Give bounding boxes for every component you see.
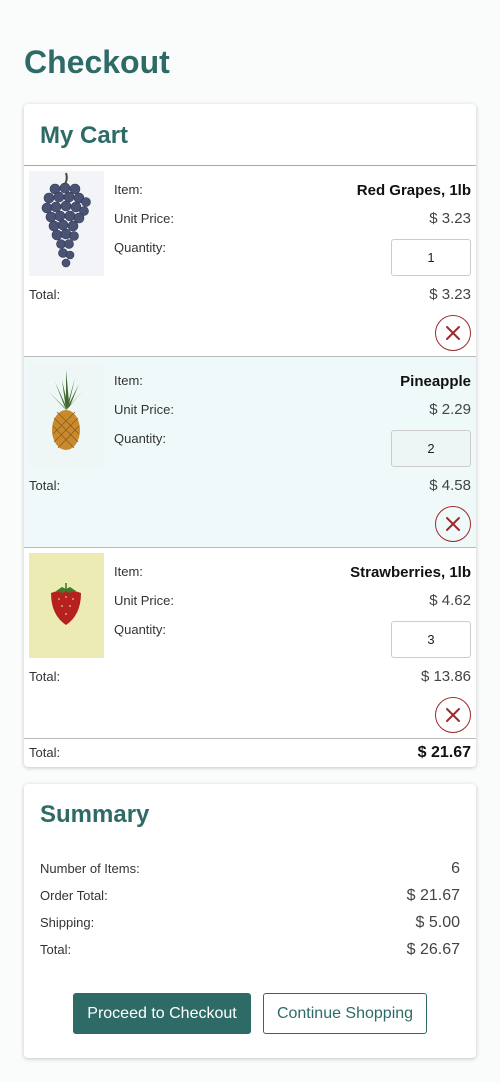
summary-title: Summary xyxy=(40,801,150,828)
unit-price-label: Unit Price: xyxy=(114,211,174,226)
summary-value-total: $ 26.67 xyxy=(406,941,460,958)
cart-row: Item: Strawberries, 1lb Unit Price: $ 4.… xyxy=(24,548,476,739)
unit-price-label: Unit Price: xyxy=(114,402,174,417)
row-total-label: Total: xyxy=(29,287,61,302)
remove-item-button[interactable] xyxy=(435,506,471,542)
summary-card: Summary Number of Items: 6 Order Total: … xyxy=(24,784,476,1058)
divider xyxy=(24,738,476,739)
close-x-icon xyxy=(446,517,460,531)
remove-item-button[interactable] xyxy=(435,697,471,733)
row-total-label: Total: xyxy=(29,478,61,493)
continue-shopping-button[interactable]: Continue Shopping xyxy=(263,993,427,1034)
item-name: Red Grapes, 1lb xyxy=(356,182,471,199)
summary-label-items: Number of Items: xyxy=(40,861,140,876)
cart-title: My Cart xyxy=(40,122,129,149)
summary-label-total: Total: xyxy=(40,942,72,957)
unit-price-label: Unit Price: xyxy=(114,593,174,608)
summary-label-order-total: Order Total: xyxy=(40,888,108,903)
summary-value-shipping: $ 5.00 xyxy=(415,914,460,931)
row-total: $ 13.86 xyxy=(420,668,471,685)
quantity-input[interactable] xyxy=(391,239,471,276)
cart-total-value: $ 21.67 xyxy=(417,744,471,761)
item-name: Strawberries, 1lb xyxy=(350,564,471,581)
cart-total-label: Total: xyxy=(29,745,61,760)
quantity-input[interactable] xyxy=(391,430,471,467)
item-label: Item: xyxy=(114,373,143,388)
row-total-label: Total: xyxy=(29,669,61,684)
proceed-to-checkout-button[interactable]: Proceed to Checkout xyxy=(73,993,251,1034)
grapes-image xyxy=(29,171,104,276)
row-total: $ 3.23 xyxy=(429,286,471,303)
item-label: Item: xyxy=(114,564,143,579)
cart-card: My Cart Item: Red Grapes, 1lb Unit Price… xyxy=(24,104,476,767)
summary-label-shipping: Shipping: xyxy=(40,915,95,930)
cart-row: Item: Pineapple Unit Price: $ 2.29 Quant… xyxy=(24,357,476,548)
cart-row: Item: Red Grapes, 1lb Unit Price: $ 3.23… xyxy=(24,166,476,357)
item-name: Pineapple xyxy=(400,373,471,390)
remove-item-button[interactable] xyxy=(435,315,471,351)
summary-value-items: 6 xyxy=(451,860,460,877)
quantity-input[interactable] xyxy=(391,621,471,658)
item-label: Item: xyxy=(114,182,143,197)
unit-price: $ 2.29 xyxy=(429,401,471,418)
row-total: $ 4.58 xyxy=(429,477,471,494)
unit-price: $ 4.62 xyxy=(429,592,471,609)
unit-price: $ 3.23 xyxy=(429,210,471,227)
quantity-label: Quantity: xyxy=(114,240,167,255)
page-title: Checkout xyxy=(24,44,170,80)
quantity-label: Quantity: xyxy=(114,622,167,637)
pineapple-image xyxy=(29,362,104,467)
close-x-icon xyxy=(446,326,460,340)
strawberry-image xyxy=(29,553,104,658)
summary-value-order-total: $ 21.67 xyxy=(406,887,460,904)
close-x-icon xyxy=(446,708,460,722)
quantity-label: Quantity: xyxy=(114,431,167,446)
